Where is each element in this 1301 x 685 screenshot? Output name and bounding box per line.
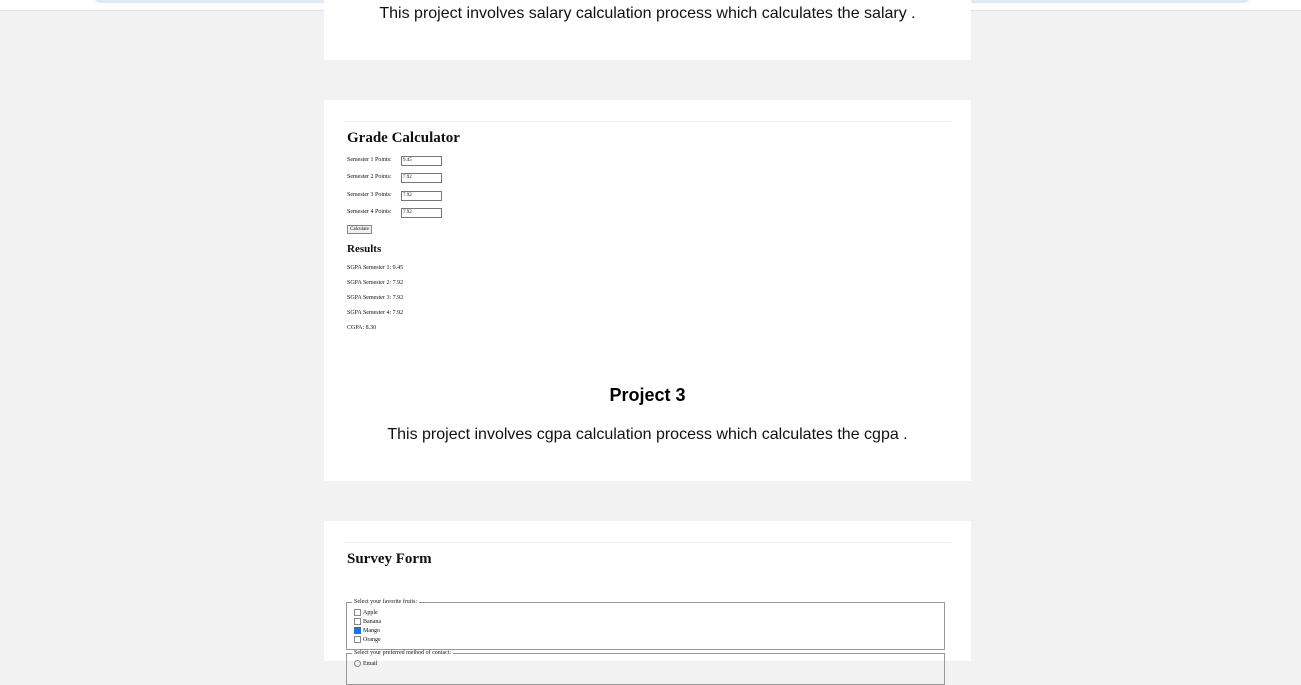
project-2-description: This project involves salary calculation… [379, 5, 916, 22]
result-line: SGPA Semester 1: 9.45 [347, 265, 404, 271]
checkbox-icon [354, 636, 361, 644]
preview-title: Survey Form [347, 551, 432, 567]
survey-form-preview[interactable]: Survey Form Select your favorite fruits:… [344, 542, 951, 685]
semester-2-label: Semester 2 Points: [347, 174, 392, 180]
project-card-2: This project involves salary calculation… [324, 0, 971, 60]
contact-legend: Select your preferred method of contact: [352, 650, 454, 657]
result-line: SGPA Semester 4: 7.92 [347, 310, 404, 316]
fruit-option-apple: Apple [354, 609, 378, 617]
project-card-3: Grade Calculator Semester 1 Points: 9.45… [324, 100, 971, 481]
radio-icon [354, 660, 361, 668]
fruit-label: Orange [363, 637, 381, 643]
preview-divider [344, 542, 951, 543]
grade-calculator-preview[interactable]: Grade Calculator Semester 1 Points: 9.45… [344, 121, 951, 361]
contact-option-email: Email [354, 660, 377, 668]
preview-divider [344, 121, 951, 122]
semester-1-input: 9.45 [401, 156, 442, 166]
fruit-option-mango: Mango [354, 627, 380, 635]
project-card-4: Survey Form Select your favorite fruits:… [324, 521, 971, 685]
fruit-option-orange: Orange [354, 636, 381, 644]
checkbox-checked-icon [354, 627, 361, 635]
calculate-button: Calculate [347, 225, 372, 234]
semester-2-input: 7.92 [401, 173, 442, 183]
preview-title: Grade Calculator [347, 130, 460, 146]
checkbox-icon [354, 609, 361, 617]
fruit-label: Apple [363, 610, 378, 616]
fruit-option-banana: Banana [354, 618, 381, 626]
semester-3-input: 7.92 [401, 191, 442, 201]
semester-4-label: Semester 4 Points: [347, 209, 392, 215]
result-line: SGPA Semester 3: 7.92 [347, 295, 404, 301]
semester-1-label: Semester 1 Points: [347, 157, 392, 163]
semester-4-input: 7.92 [401, 208, 442, 218]
fruit-label: Mango [363, 628, 380, 634]
fruits-legend: Select your favorite fruits: [352, 599, 420, 606]
fruit-label: Banana [363, 619, 381, 625]
semester-3-label: Semester 3 Points: [347, 192, 392, 198]
checkbox-icon [354, 618, 361, 626]
result-line: SGPA Semester 2: 7.92 [347, 280, 404, 286]
contact-fieldset: Select your preferred method of contact:… [346, 650, 945, 685]
result-line: CGPA: 8.30 [347, 325, 377, 331]
fruits-fieldset: Select your favorite fruits: Apple Banan… [346, 599, 945, 650]
project-3-title: Project 3 [609, 385, 686, 405]
contact-label: Email [363, 661, 378, 667]
results-heading: Results [347, 243, 382, 255]
project-3-description: This project involves cgpa calculation p… [387, 426, 908, 443]
